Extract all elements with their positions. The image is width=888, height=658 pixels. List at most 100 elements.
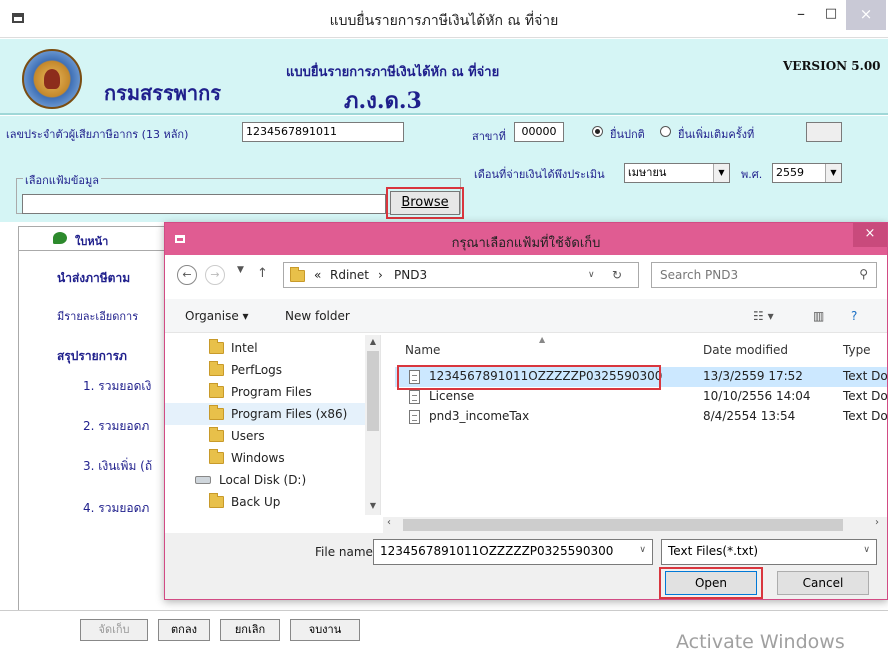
file-date: 8/4/2554 13:54 <box>703 409 796 423</box>
search-box[interactable]: Search PND3 ⚲ <box>651 262 877 288</box>
recent-chevron-icon[interactable]: ▼ <box>237 265 244 275</box>
dialog-cancel-button[interactable]: Cancel <box>777 571 869 595</box>
maximize-button[interactable]: □ <box>816 0 846 30</box>
folder-icon <box>209 383 224 398</box>
window-title: แบบยื่นรายการภาษีเงินได้หัก ณ ที่จ่าย <box>329 13 559 29</box>
minimize-button[interactable]: – <box>786 0 816 30</box>
address-bar[interactable]: « Rdinet › PND3 ∨ ↻ <box>283 262 639 288</box>
file-row[interactable]: License 10/10/2556 14:04 Text Docu <box>395 387 887 407</box>
radio-additional[interactable] <box>660 126 671 137</box>
tree-item[interactable]: Users <box>165 425 365 447</box>
view-options-icon[interactable]: ☷ ▾ <box>753 309 774 323</box>
scroll-up-icon[interactable]: ▲ <box>365 337 380 346</box>
file-row[interactable]: pnd3_incomeTax 8/4/2554 13:54 Text Docu <box>395 407 887 427</box>
tree-item-label: Local Disk (D:) <box>219 473 307 487</box>
back-arrow-icon[interactable]: ← <box>177 265 197 285</box>
scroll-thumb[interactable] <box>403 519 843 531</box>
summary-heading: สรุปรายการภ <box>57 349 127 363</box>
file-name-label: File name: <box>315 545 377 559</box>
folder-icon <box>290 267 305 282</box>
file-type: Text Docu <box>843 369 887 383</box>
breadcrumb-overflow[interactable]: « <box>314 268 321 282</box>
radio-normal[interactable] <box>592 126 603 137</box>
folder-icon <box>209 405 224 420</box>
up-arrow-icon[interactable]: ↑ <box>257 266 268 281</box>
tab-front-page[interactable]: ใบหน้า <box>18 226 168 250</box>
forward-arrow-icon[interactable]: → <box>205 265 225 285</box>
column-date[interactable]: Date modified <box>703 343 788 357</box>
month-value: เมษายน <box>628 166 667 179</box>
file-type-select[interactable]: Text Files(*.txt) ∨ <box>661 539 877 565</box>
month-select[interactable]: เมษายน ▼ <box>624 163 730 183</box>
scroll-thumb[interactable] <box>367 351 379 431</box>
dialog-title-bar: กรุณาเลือกแฟ้มที่ใช้จัดเก็บ × <box>165 223 887 255</box>
tree-item-label: Windows <box>231 451 285 465</box>
scroll-down-icon[interactable]: ▼ <box>365 501 380 510</box>
tree-item-label: Program Files (x86) <box>231 407 348 421</box>
chevron-down-icon[interactable]: ∨ <box>639 545 646 555</box>
dialog-title: กรุณาเลือกแฟ้มที่ใช้จัดเก็บ <box>451 236 601 251</box>
tab-label: ใบหน้า <box>75 235 109 248</box>
dialog-bottom-area: File name: 1234567891011OZZZZZP032559030… <box>165 533 887 599</box>
revenue-department-seal-icon <box>22 49 82 109</box>
info-band: เลขประจำตัวผู้เสียภาษีอากร (13 หลัก) 123… <box>0 116 888 222</box>
year-select[interactable]: 2559 ▼ <box>772 163 842 183</box>
column-type[interactable]: Type <box>843 343 871 357</box>
year-label: พ.ศ. <box>741 168 763 181</box>
taxid-input[interactable]: 1234567891011 <box>242 122 404 142</box>
breadcrumb-separator: › <box>378 268 383 282</box>
branch-label: สาขาที่ <box>472 130 506 143</box>
chevron-down-icon: ▼ <box>713 164 729 182</box>
file-name-input[interactable]: 1234567891011OZZZZZP0325590300 ∨ <box>373 539 653 565</box>
scroll-right-icon[interactable]: › <box>875 517 879 528</box>
tree-item[interactable]: Back Up <box>165 491 365 513</box>
file-type-value: Text Files(*.txt) <box>668 544 759 558</box>
radio-additional-label: ยื่นเพิ่มเติมครั้งที่ <box>678 128 755 141</box>
file-group-label: เลือกแฟ้มข้อมูล <box>23 171 102 189</box>
new-folder-button[interactable]: New folder <box>285 309 350 323</box>
dialog-close-button[interactable]: × <box>853 223 887 247</box>
refresh-icon[interactable]: ↻ <box>612 268 622 282</box>
cancel-button[interactable]: ยกเลิก <box>220 619 280 641</box>
tree-item[interactable]: PerfLogs <box>165 359 365 381</box>
help-icon[interactable]: ? <box>851 309 857 323</box>
file-list-hscrollbar[interactable]: ‹ › <box>383 517 887 533</box>
activate-windows-watermark: Activate Windows <box>676 631 845 653</box>
summary-item-4: 4. รวมยอดภ <box>83 501 150 515</box>
ok-button[interactable]: ตกลง <box>158 619 210 641</box>
additional-count-input[interactable] <box>806 122 842 142</box>
leaf-icon <box>53 232 67 244</box>
breadcrumb-rdinet[interactable]: Rdinet <box>330 268 369 282</box>
tree-item[interactable]: Program Files (x86) <box>165 403 365 425</box>
exit-button[interactable]: จบงาน <box>290 619 360 641</box>
navigation-pane: Intel PerfLogs Program Files Program Fil… <box>165 335 381 515</box>
search-placeholder: Search PND3 <box>660 268 739 282</box>
column-name[interactable]: Name <box>405 343 440 357</box>
close-button[interactable]: × <box>846 0 886 30</box>
file-path-input[interactable] <box>22 194 386 214</box>
tree-item[interactable]: Program Files <box>165 381 365 403</box>
organise-button[interactable]: Organise ▾ <box>185 309 249 323</box>
form-title: แบบยื่นรายการภาษีเงินได้หัก ณ ที่จ่าย <box>286 65 500 80</box>
scroll-left-icon[interactable]: ‹ <box>387 517 391 528</box>
text-file-icon <box>409 390 420 404</box>
preview-pane-icon[interactable]: ▥ <box>813 309 824 323</box>
branch-input[interactable]: 00000 <box>514 122 564 142</box>
browse-highlight <box>386 187 464 219</box>
breadcrumb-pnd3[interactable]: PND3 <box>394 268 427 282</box>
org-name: กรมสรรพากร <box>104 81 221 105</box>
tree-item[interactable]: Intel <box>165 337 365 359</box>
tree-item-label: PerfLogs <box>231 363 283 377</box>
save-button[interactable]: จัดเก็บ <box>80 619 148 641</box>
tree-item-drive[interactable]: Local Disk (D:) <box>165 469 365 491</box>
chevron-down-icon[interactable]: ∨ <box>588 270 595 280</box>
selected-file-highlight <box>397 365 661 390</box>
file-date: 10/10/2556 14:04 <box>703 389 811 403</box>
tree-item[interactable]: Windows <box>165 447 365 469</box>
folder-icon <box>209 339 224 354</box>
chevron-down-icon: ▼ <box>825 164 841 182</box>
summary-item-1: 1. รวมยอดเงิ <box>83 379 152 393</box>
nav-scrollbar[interactable]: ▲ ▼ <box>365 335 380 515</box>
search-icon: ⚲ <box>859 267 868 281</box>
summary-item-2: 2. รวมยอดภ <box>83 419 150 433</box>
